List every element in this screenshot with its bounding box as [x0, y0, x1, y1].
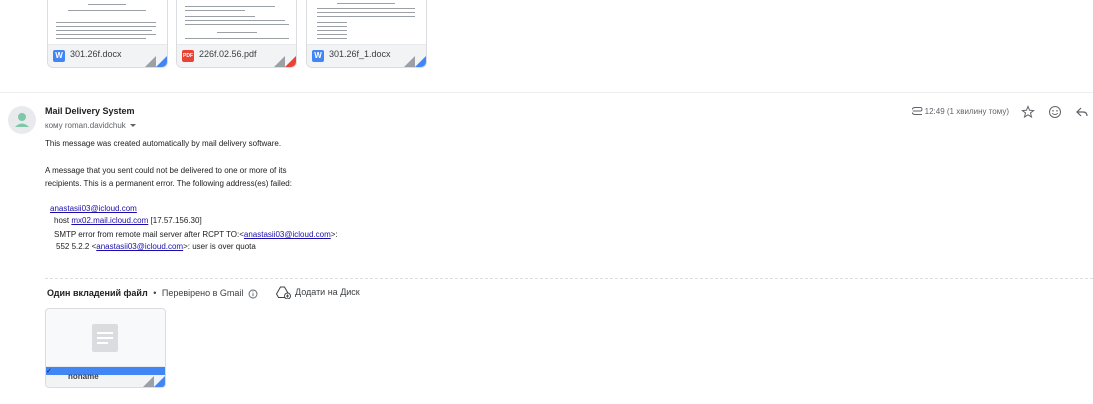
emoji-icon[interactable]	[1048, 105, 1062, 119]
attachments-divider	[45, 278, 1093, 279]
failed-address-link[interactable]: anastasii03@icloud.com	[50, 204, 137, 213]
body-line-3: recipients. This is a permanent error. T…	[45, 179, 292, 188]
recipient-label: кому roman.davidchuk	[45, 121, 126, 130]
smtp-prefix: SMTP error from remote mail server after…	[54, 230, 244, 239]
file-type-icon: ✓	[46, 367, 165, 375]
code-address-link[interactable]: anastasii03@icloud.com	[96, 242, 183, 251]
host-ip: [17.57.156.30]	[150, 216, 202, 225]
message-time: 12:49 (1 хвилину тому)	[924, 107, 1009, 116]
host-prefix: host	[54, 216, 70, 225]
word-icon: W	[312, 50, 324, 62]
attachment-card-2[interactable]: PDF 226f.02.56.pdf	[176, 0, 297, 68]
attachment-card-1[interactable]: W 301.26f.docx	[47, 0, 168, 68]
star-icon[interactable]	[1021, 105, 1035, 119]
body-line-1: This message was created automatically b…	[45, 139, 282, 148]
attachment-preview	[48, 0, 167, 44]
info-icon[interactable]	[248, 289, 258, 299]
smtp-suffix: >:	[330, 230, 338, 239]
scan-status: Перевірено в Gmail	[161, 288, 244, 298]
attachments-header: Один вкладений файл • Перевірено в Gmail	[47, 288, 258, 299]
smtp-line: SMTP error from remote mail server after…	[54, 230, 338, 239]
body-line-2: A message that you sent could not be del…	[45, 166, 287, 175]
separator: •	[153, 288, 157, 298]
attachments-count: Один вкладений файл	[47, 288, 148, 298]
add-to-drive-button[interactable]: Додати на Диск	[275, 286, 360, 300]
message-divider	[0, 92, 1093, 93]
paperclip-icon	[912, 107, 923, 115]
attachment-card-3[interactable]: W 301.26f_1.docx	[306, 0, 427, 68]
error-code-line: 552 5.2.2 <anastasii03@icloud.com>: user…	[56, 242, 256, 251]
code-prefix: 552 5.2.2 <	[56, 242, 97, 251]
smtp-address-link[interactable]: anastasii03@icloud.com	[244, 230, 331, 239]
person-icon	[15, 113, 29, 127]
attachment-name: 301.26f.docx	[70, 49, 122, 59]
noname-attachment-card[interactable]: ✓ noname	[45, 308, 166, 388]
word-icon: W	[53, 50, 65, 62]
code-suffix: >: user is over quota	[183, 242, 256, 251]
attachment-name: 301.26f_1.docx	[329, 49, 391, 59]
document-icon	[92, 324, 118, 352]
host-link[interactable]: mx02.mail.icloud.com	[71, 216, 148, 225]
recipient-line[interactable]: кому roman.davidchuk	[45, 121, 136, 130]
avatar[interactable]	[8, 106, 36, 134]
sender-name[interactable]: Mail Delivery System	[45, 106, 135, 116]
failed-address-line: anastasii03@icloud.com	[50, 204, 137, 213]
attachment-name: noname	[68, 372, 99, 381]
attachment-preview	[177, 0, 296, 44]
add-to-drive-label: Додати на Диск	[295, 286, 360, 297]
pdf-icon: PDF	[182, 50, 194, 62]
attachment-name: 226f.02.56.pdf	[199, 49, 257, 59]
attachment-preview	[307, 0, 426, 44]
host-line: host mx02.mail.icloud.com [17.57.156.30]	[54, 216, 202, 225]
reply-icon[interactable]	[1075, 105, 1089, 119]
chevron-down-icon[interactable]	[129, 124, 136, 128]
drive-add-icon	[275, 286, 291, 300]
